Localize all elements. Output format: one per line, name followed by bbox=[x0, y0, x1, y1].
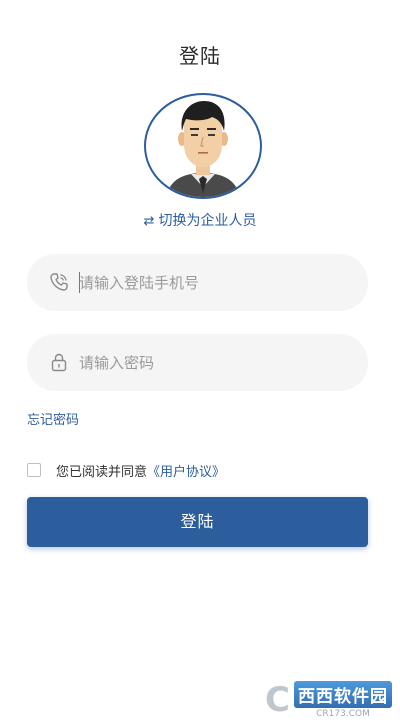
watermark-url: CR173.COM bbox=[316, 709, 370, 719]
switch-label: 切换为企业人员 bbox=[158, 213, 257, 229]
agreement-checkbox[interactable] bbox=[27, 463, 41, 477]
password-input[interactable] bbox=[79, 334, 349, 391]
avatar bbox=[144, 93, 262, 199]
watermark-text-box: 西西软件园 CR173.COM bbox=[294, 681, 392, 719]
user-avatar-icon bbox=[166, 101, 240, 197]
page-title: 登陆 bbox=[179, 44, 221, 68]
watermark-brand: 西西软件园 bbox=[294, 681, 392, 708]
agreement-row: 您已阅读并同意 《用户协议》 bbox=[27, 461, 225, 480]
lock-icon bbox=[49, 352, 69, 372]
phone-input[interactable] bbox=[79, 254, 349, 311]
agreement-text: 您已阅读并同意 bbox=[56, 464, 148, 480]
swap-icon: ⇄ bbox=[143, 214, 155, 229]
forgot-password-link[interactable]: 忘记密码 bbox=[27, 409, 79, 428]
phone-field[interactable] bbox=[27, 254, 368, 311]
switch-to-enterprise-link[interactable]: ⇄ 切换为企业人员 bbox=[0, 210, 400, 230]
password-field[interactable] bbox=[27, 334, 368, 391]
watermark-logo: C 西西软件园 CR173.COM bbox=[265, 681, 392, 719]
watermark-c-icon: C bbox=[265, 680, 290, 720]
phone-icon bbox=[49, 272, 69, 292]
login-screen: 登陆 ⇄ 切换为企业人员 请输入登陆手机号 忘记密码 您已阅读并同意 《用户协议… bbox=[0, 0, 400, 725]
user-agreement-link[interactable]: 《用户协议》 bbox=[147, 461, 225, 480]
login-button[interactable]: 登陆 bbox=[27, 497, 368, 547]
